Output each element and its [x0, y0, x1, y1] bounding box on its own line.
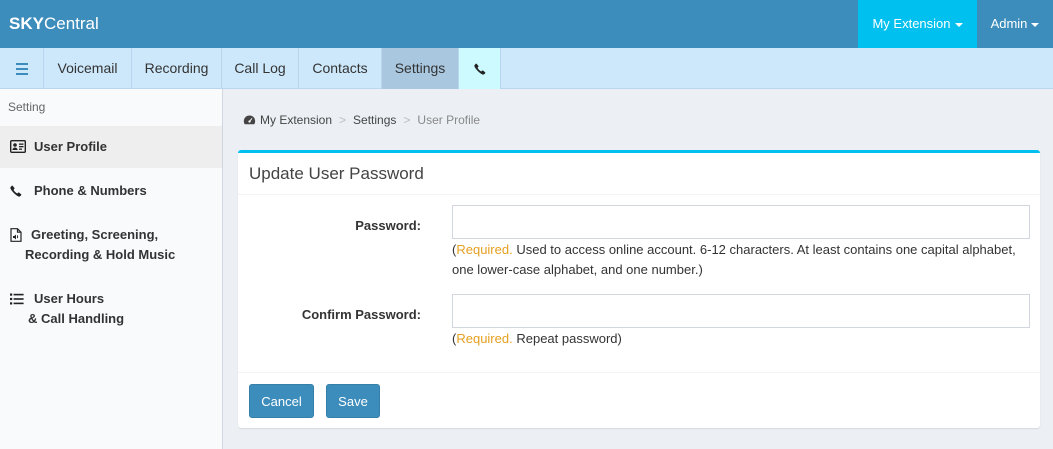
phone-icon	[10, 185, 22, 197]
divider	[238, 194, 1040, 195]
confirm-password-help: (Required. Repeat password)	[452, 331, 622, 346]
tab-bar: Voicemail Recording Call Log Contacts Se…	[0, 48, 1053, 89]
password-help: (Required. Used to access online account…	[452, 242, 1016, 277]
id-card-icon	[10, 140, 26, 153]
brand-logo[interactable]: SKYCentral	[9, 13, 99, 35]
breadcrumb-current: User Profile	[417, 113, 481, 127]
sidebar-item-label-line1: Greeting, Screening,	[31, 227, 159, 242]
tab-label: Recording	[144, 60, 209, 76]
my-extension-label: My Extension	[872, 16, 951, 31]
caret-down-icon	[1031, 22, 1040, 27]
cancel-button[interactable]: Cancel	[249, 384, 314, 418]
dashboard-icon	[243, 115, 256, 125]
tab-settings[interactable]: Settings	[382, 48, 459, 89]
tab-recording[interactable]: Recording	[132, 48, 222, 89]
confirm-password-input[interactable]	[452, 294, 1030, 328]
brand-rest: Central	[43, 14, 99, 33]
sidebar-item-user-profile[interactable]: User Profile	[0, 126, 222, 168]
admin-dropdown[interactable]: Admin	[977, 0, 1053, 48]
confirm-help-text: Repeat password)	[516, 331, 622, 346]
brand-bold: SKY	[9, 14, 44, 33]
tab-phone[interactable]	[459, 48, 501, 89]
tab-voicemail[interactable]: Voicemail	[44, 48, 132, 89]
sidebar-item-phone-numbers[interactable]: Phone & Numbers	[0, 170, 222, 212]
sidebar-heading: Setting	[8, 100, 46, 114]
tab-label: Voicemail	[57, 60, 118, 76]
sidebar-item-greeting-screening[interactable]: Greeting, Screening, Recording & Hold Mu…	[0, 214, 222, 274]
required-tag: Required.	[456, 242, 513, 257]
breadcrumb-separator: >	[403, 113, 411, 127]
tab-label: Call Log	[234, 60, 286, 76]
sidebar-item-label-line2: Recording & Hold Music	[25, 247, 176, 262]
sidebar-item-user-hours[interactable]: User Hours & Call Handling	[0, 278, 222, 338]
breadcrumb: My Extension > Settings > User Profile	[243, 111, 480, 129]
top-navbar: SKYCentral My Extension Admin	[0, 0, 1053, 48]
caret-down-icon	[954, 22, 963, 27]
settings-sidebar: Setting User Profile Phone & Numbers Gre…	[0, 89, 223, 449]
sidebar-item-label: Phone & Numbers	[34, 183, 147, 198]
divider	[238, 372, 1040, 373]
phone-icon	[473, 63, 485, 75]
confirm-password-label: Confirm Password:	[301, 307, 421, 322]
breadcrumb-separator: >	[339, 113, 347, 127]
password-input[interactable]	[452, 205, 1030, 239]
sidebar-item-label-line1: User Hours	[34, 291, 105, 306]
sidebar-item-label: User Profile	[34, 139, 107, 154]
tab-call-log[interactable]: Call Log	[222, 48, 299, 89]
box-title: Update User Password	[249, 164, 424, 183]
list-icon	[10, 293, 24, 305]
tab-label: Settings	[394, 60, 446, 76]
update-password-box: Update User Password Password: (Required…	[238, 150, 1040, 428]
sidebar-item-label-line2: & Call Handling	[28, 311, 125, 326]
my-extension-dropdown[interactable]: My Extension	[858, 0, 977, 48]
password-help-text: Used to access online account. 6-12 char…	[452, 242, 1016, 277]
admin-label: Admin	[990, 16, 1028, 31]
hamburger-icon	[15, 61, 28, 76]
audio-file-icon	[10, 228, 22, 242]
save-button[interactable]: Save	[326, 384, 380, 418]
breadcrumb-settings[interactable]: Settings	[353, 113, 396, 127]
breadcrumb-my-extension[interactable]: My Extension	[260, 113, 332, 127]
tab-contacts[interactable]: Contacts	[299, 48, 382, 89]
tab-label: Contacts	[312, 60, 368, 76]
menu-toggle-button[interactable]	[0, 48, 44, 89]
password-label: Password:	[355, 218, 421, 233]
required-tag: Required.	[456, 331, 513, 346]
